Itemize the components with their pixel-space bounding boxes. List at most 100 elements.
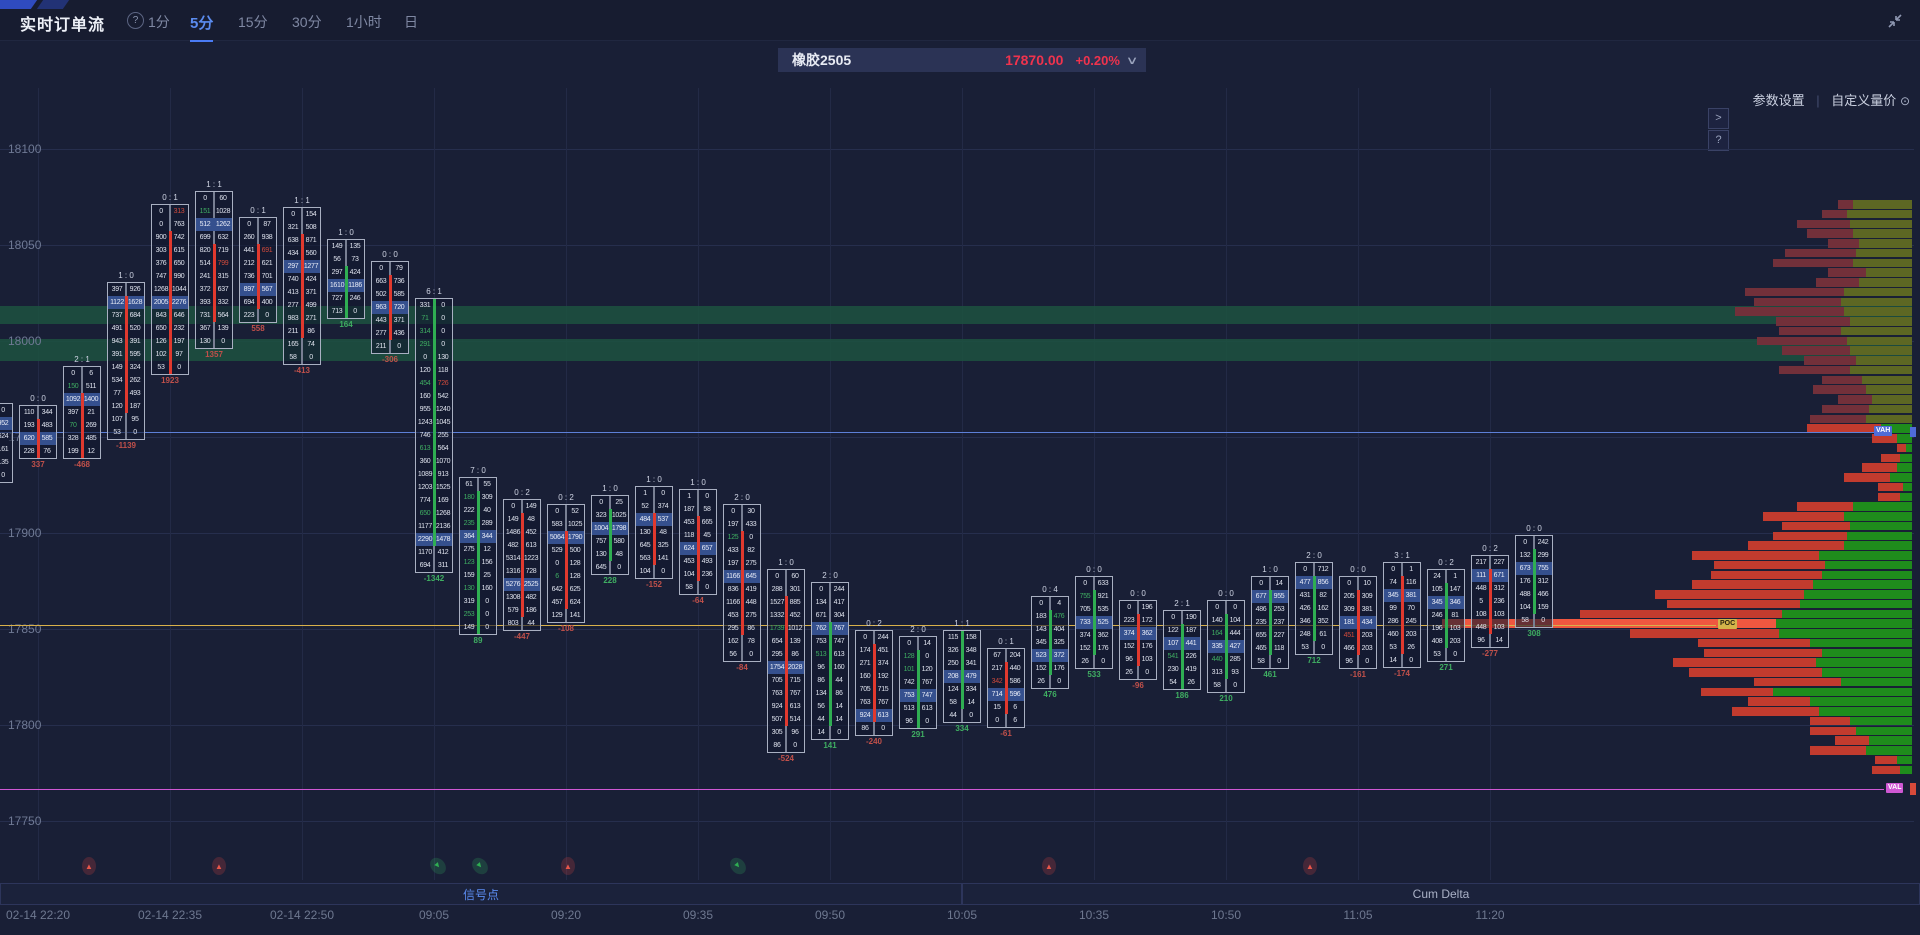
footprint-bar: 1 : 01052374484537130486453255631411040-… bbox=[635, 475, 673, 590]
bid-ask-cell: 924 bbox=[856, 709, 874, 722]
bar-delta: 533 bbox=[1075, 669, 1113, 680]
gear-icon[interactable]: ⊙ bbox=[1900, 94, 1910, 108]
bid-ask-cell: 255 bbox=[434, 429, 452, 442]
profile-buy-segment bbox=[1900, 493, 1912, 502]
candle-body bbox=[1005, 662, 1008, 714]
chart-toolbar: 参数设置 | 自定义量价 ⊙ bbox=[1753, 90, 1910, 109]
bid-ask-cell: 615 bbox=[170, 244, 188, 257]
bid-ask-cell: 0 bbox=[1138, 666, 1156, 679]
bid-ask-cell: 0 bbox=[742, 531, 760, 544]
footprint-box: 0872609384416912126217367018975676944002… bbox=[239, 217, 277, 323]
footprint-bar: 1 : 002532310251004179875758013048645022… bbox=[591, 484, 629, 586]
profile-buy-segment bbox=[1822, 571, 1912, 580]
bid-ask-cell: 147 bbox=[1446, 583, 1464, 596]
bid-ask-cell: 856 bbox=[1314, 576, 1332, 589]
tab-日[interactable]: 日 bbox=[404, 12, 418, 32]
tab-15分[interactable]: 15分 bbox=[238, 12, 268, 32]
bid-ask-cell: 1332 bbox=[768, 609, 786, 622]
bid-ask-cell: 419 bbox=[1182, 663, 1200, 676]
bid-ask-cell: 1400 bbox=[82, 393, 100, 406]
footprint-row: 1170412 bbox=[416, 546, 452, 559]
bid-ask-cell: 332 bbox=[214, 296, 232, 309]
bid-ask-cell: 6 bbox=[548, 570, 566, 583]
bid-ask-cell: 58 bbox=[1516, 614, 1534, 627]
cum-delta-pane-header[interactable]: Cum Delta bbox=[962, 883, 1920, 905]
bid-ask-cell: 400 bbox=[258, 296, 276, 309]
bid-ask-cell: 60 bbox=[214, 192, 232, 205]
profile-buy-segment bbox=[1844, 541, 1912, 550]
bid-ask-cell: 372 bbox=[196, 283, 214, 296]
profile-sell-segment bbox=[1580, 610, 1782, 619]
bid-ask-cell: 677 bbox=[1252, 590, 1270, 603]
bid-ask-cell: 14 bbox=[918, 637, 936, 650]
tab-5分[interactable]: 5分 bbox=[190, 12, 213, 33]
profile-sell-segment bbox=[1822, 376, 1862, 385]
bid-ask-cell: 14 bbox=[1490, 634, 1508, 647]
bid-ask-cell: 1486 bbox=[504, 526, 522, 539]
candle-body bbox=[521, 513, 524, 617]
bid-ask-cell: 230 bbox=[1164, 663, 1182, 676]
profile-sell-segment bbox=[1711, 571, 1823, 580]
panel-help-button[interactable]: ? bbox=[1708, 130, 1729, 151]
symbol-selector[interactable]: 橡胶2505 17870.00 +0.20% ∨ bbox=[778, 48, 1146, 72]
bid-ask-cell: 500 bbox=[566, 544, 584, 557]
signal-pane-header[interactable]: 信号点 bbox=[0, 883, 962, 905]
bid-ask-cell: 125 bbox=[724, 531, 742, 544]
bid-ask-cell: 152 bbox=[1120, 640, 1138, 653]
volume-profile-row bbox=[1612, 746, 1912, 755]
profile-sell-segment bbox=[1701, 688, 1772, 697]
footprint-bar: 0 : 404183476143404345325523372152176260… bbox=[1031, 585, 1069, 700]
tab-1分[interactable]: 1分 bbox=[148, 12, 170, 32]
bid-ask-cell: 291 bbox=[416, 338, 434, 351]
profile-buy-segment bbox=[1847, 337, 1912, 346]
candle-body bbox=[697, 516, 700, 581]
bid-ask-cell: 0 bbox=[830, 726, 848, 739]
profile-buy-segment bbox=[1850, 346, 1912, 355]
bid-ask-cell: 87 bbox=[258, 218, 276, 231]
bid-ask-cell: 197 bbox=[724, 518, 742, 531]
collapse-icon[interactable] bbox=[1884, 10, 1906, 32]
bid-ask-cell: 0 bbox=[654, 565, 672, 578]
bid-ask-cell: 297 bbox=[328, 266, 346, 279]
time-gridline bbox=[1094, 88, 1095, 880]
footprint-bar: 2 : 002441344176713047627677537475136139… bbox=[811, 571, 849, 751]
bid-ask-cell: 514 bbox=[196, 257, 214, 270]
bid-ask-cell: 304 bbox=[830, 609, 848, 622]
bid-ask-cell: 285 bbox=[1226, 653, 1244, 666]
bid-ask-cell: 192 bbox=[874, 670, 892, 683]
bid-ask-cell: 56 bbox=[328, 253, 346, 266]
footprint-box: 11034419348362058522876 bbox=[19, 405, 57, 459]
tab-30分[interactable]: 30分 bbox=[292, 12, 322, 32]
bid-ask-cell: 452 bbox=[522, 526, 540, 539]
footprint-row: 2230 bbox=[240, 309, 276, 322]
tab-1小时[interactable]: 1小时 bbox=[346, 12, 382, 32]
bid-ask-cell: 493 bbox=[698, 555, 716, 568]
bid-ask-cell: 452 bbox=[786, 609, 804, 622]
bid-ask-cell: 26 bbox=[1182, 676, 1200, 689]
bid-ask-cell: 130 bbox=[592, 548, 610, 561]
time-gridline bbox=[1490, 88, 1491, 880]
bid-ask-cell: 465 bbox=[1252, 642, 1270, 655]
bid-ask-cell: 295 bbox=[768, 648, 786, 661]
bid-ask-cell: 6 bbox=[82, 367, 100, 380]
bid-ask-cell: 596 bbox=[1006, 688, 1024, 701]
footprint-box: 21722711167144831252361081034481039614 bbox=[1471, 555, 1509, 648]
custom-volume-price-link[interactable]: 自定义量价 bbox=[1831, 93, 1896, 108]
bid-ask-cell: 275 bbox=[742, 609, 760, 622]
bid-ask-cell: 115 bbox=[944, 631, 962, 644]
footprint-row: 67204 bbox=[988, 649, 1024, 662]
help-icon[interactable]: ? bbox=[127, 12, 144, 29]
expand-panel-button[interactable]: > bbox=[1708, 108, 1729, 129]
footprint-row: 052 bbox=[548, 505, 584, 518]
chevron-down-icon: ∨ bbox=[1126, 54, 1139, 67]
bid-ask-cell: 613 bbox=[786, 700, 804, 713]
bid-ask-cell: 1122 bbox=[108, 296, 126, 309]
footprint-row: 06 bbox=[64, 367, 100, 380]
bid-ask-cell: 260 bbox=[240, 231, 258, 244]
profile-sell-segment bbox=[1667, 600, 1800, 609]
profile-sell-segment bbox=[1704, 649, 1822, 658]
bid-ask-cell: 56 bbox=[724, 648, 742, 661]
bid-ask-cell: 913 bbox=[434, 468, 452, 481]
candle-body bbox=[1137, 614, 1140, 666]
param-settings-link[interactable]: 参数设置 bbox=[1753, 93, 1805, 108]
